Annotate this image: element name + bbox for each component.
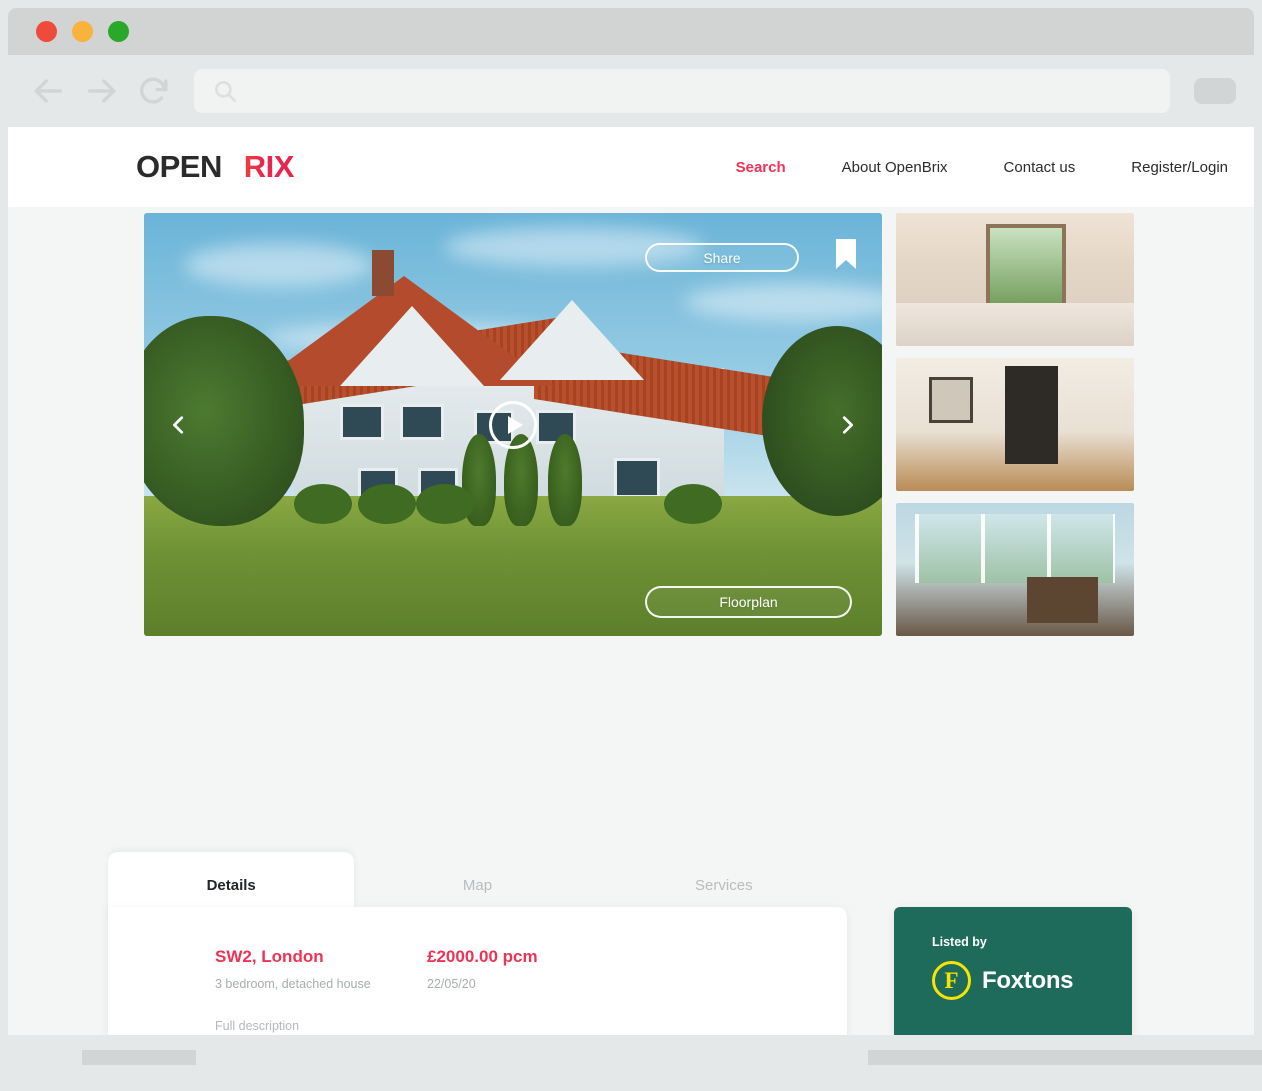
site-header: OPEN BRIX Search About OpenBrix Contact …: [8, 127, 1254, 207]
browser-titlebar: [8, 8, 1254, 55]
property-gallery: Share Floorplan: [144, 213, 1134, 636]
close-window-button[interactable]: [36, 21, 57, 42]
nav-item-contact-us[interactable]: Contact us: [1004, 159, 1076, 176]
bookmark-icon[interactable]: [836, 239, 856, 269]
forward-arrow-icon[interactable]: [84, 74, 118, 108]
logo-text-open: OPEN: [136, 149, 222, 184]
property-price: £2000.00 pcm: [427, 947, 538, 966]
horizontal-scrollbar-right[interactable]: [868, 1050, 1262, 1065]
play-icon: [508, 415, 523, 434]
hero-overlay: Share Floorplan: [144, 213, 882, 636]
foxtons-logo: F Foxtons: [932, 961, 1132, 1000]
thumbnail-list: [896, 213, 1134, 636]
thumbnail-kitchen[interactable]: [896, 213, 1134, 346]
floorplan-button[interactable]: Floorplan: [645, 586, 852, 618]
horizontal-scrollbar-left[interactable]: [82, 1050, 196, 1065]
listed-by-label: Listed by: [932, 935, 987, 949]
property-title: SW2, London: [215, 947, 324, 966]
main-navigation: Search About OpenBrix Contact us Registe…: [736, 159, 1228, 176]
browser-window: OPEN BRIX Search About OpenBrix Contact …: [8, 8, 1254, 1035]
nav-item-search[interactable]: Search: [736, 159, 786, 176]
search-icon: [215, 81, 237, 103]
address-input[interactable]: [248, 82, 1152, 100]
logo-text-rix: RIX: [243, 149, 294, 184]
property-details-card: SW2, London 3 bedroom, detached house £2…: [108, 907, 847, 1035]
agent-name: Foxtons: [982, 966, 1074, 994]
hero-image[interactable]: Share Floorplan: [144, 213, 882, 636]
chevron-left-icon[interactable]: [168, 414, 190, 436]
foxtons-logo-letter: F: [944, 968, 959, 993]
chevron-right-icon[interactable]: [836, 414, 858, 436]
property-location-block: SW2, London 3 bedroom, detached house: [215, 947, 427, 991]
play-video-button[interactable]: [489, 400, 537, 449]
description-label: Full description: [215, 1019, 300, 1033]
address-bar[interactable]: [194, 69, 1170, 113]
site-content: OPEN BRIX Search About OpenBrix Contact …: [8, 127, 1254, 1035]
foxtons-circle-icon: F: [932, 961, 971, 1000]
bottom-bar-area: [0, 1035, 1262, 1091]
nav-item-about-openbrix[interactable]: About OpenBrix: [842, 159, 948, 176]
nav-item-register-login[interactable]: Register/Login: [1131, 159, 1228, 176]
logo-reversed-b: B: [221, 149, 244, 184]
agent-branding: Listed by F Foxtons: [894, 907, 1132, 1035]
thumbnail-hallway[interactable]: [896, 358, 1134, 491]
browser-toolbar: [8, 55, 1254, 127]
maximize-window-button[interactable]: [108, 21, 129, 42]
property-subtitle: 3 bedroom, detached house: [215, 977, 371, 991]
listing-agent-card: Listed by F Foxtons Call Agent Email age…: [894, 907, 1132, 1035]
property-date: 22/05/20: [427, 977, 476, 991]
thumbnail-sunroom[interactable]: [896, 503, 1134, 636]
property-price-block: £2000.00 pcm 22/05/20: [427, 947, 538, 991]
minimize-window-button[interactable]: [72, 21, 93, 42]
property-summary: SW2, London 3 bedroom, detached house £2…: [215, 947, 803, 991]
back-arrow-icon[interactable]: [32, 74, 66, 108]
navigation-controls: [32, 74, 170, 108]
openbrix-logo[interactable]: OPEN BRIX: [136, 149, 294, 185]
share-button[interactable]: Share: [645, 243, 799, 272]
reload-icon[interactable]: [136, 74, 170, 108]
page-body: Share Floorplan Details Map Services SW2…: [8, 207, 1254, 1035]
toolbar-menu-button[interactable]: [1194, 78, 1236, 104]
